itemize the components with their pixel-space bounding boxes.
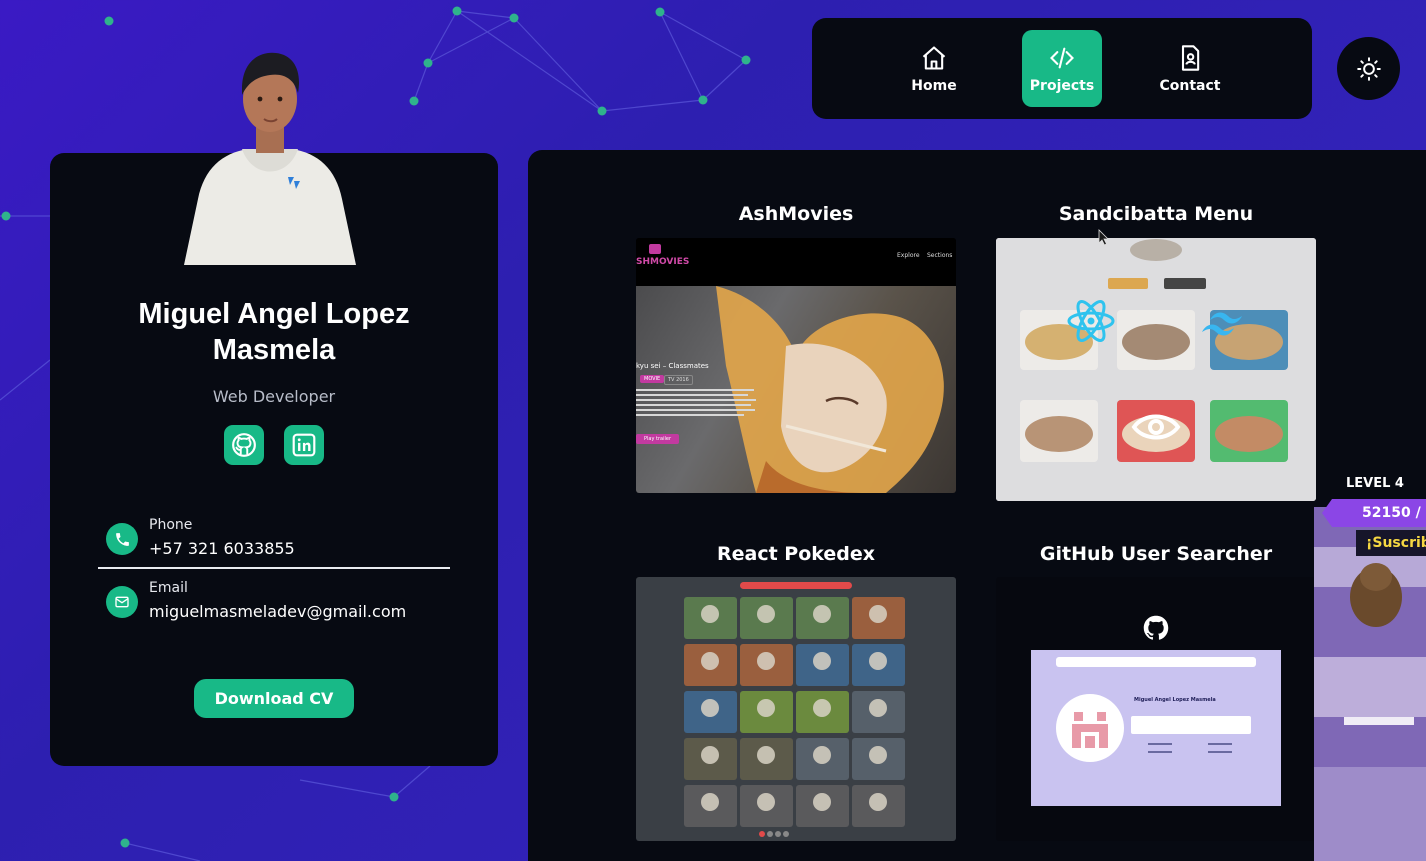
- ashmovies-hero-title: kyu sei – Classmates: [636, 362, 709, 370]
- stream-level-label: LEVEL 4: [1346, 476, 1404, 491]
- github-icon: [232, 433, 256, 457]
- sandcibatta-preview: [996, 238, 1316, 501]
- webcam-overlay: [1314, 507, 1426, 861]
- ashmovies-nav-explore: Explore: [897, 252, 920, 259]
- ashmovies-hero: kyu sei – Classmates MOVIE TV 2016 Play …: [636, 286, 956, 493]
- ashmovies-tag-movie: MOVIE: [640, 375, 665, 383]
- profile-name: Miguel Angel Lopez Masmela: [138, 298, 410, 366]
- mail-icon: [106, 586, 138, 618]
- project-title-github-searcher: GitHub User Searcher: [1039, 543, 1273, 565]
- download-cv-button[interactable]: Download CV: [194, 679, 354, 718]
- nav-projects[interactable]: Projects: [1022, 30, 1102, 107]
- project-thumb-pokedex[interactable]: [636, 577, 956, 841]
- nav-projects-label: Projects: [1029, 77, 1095, 94]
- projects-panel: AshMovies SHMOVIES Explore Sections kyu …: [528, 150, 1426, 861]
- github-searcher-username: Miguel Angel Lopez Masmela: [1134, 697, 1216, 703]
- theme-toggle-button[interactable]: [1337, 37, 1400, 100]
- stream-subscribe-banner: ¡Suscrib: [1356, 530, 1426, 556]
- profile-role: Web Developer: [212, 387, 336, 406]
- contact-card-icon: [1181, 44, 1200, 71]
- nav-home[interactable]: Home: [894, 30, 974, 107]
- contact-divider: [98, 567, 450, 569]
- github-link[interactable]: [224, 425, 264, 465]
- phone-icon: [106, 523, 138, 555]
- home-icon: [922, 45, 946, 70]
- ashmovies-logo: SHMOVIES: [636, 257, 690, 267]
- github-searcher-avatar: [1056, 694, 1124, 762]
- ashmovies-play-trailer-button[interactable]: Play trailer: [636, 434, 680, 444]
- github-searcher-stats: [1131, 716, 1251, 734]
- linkedin-link[interactable]: [284, 425, 324, 465]
- phone-label: Phone: [149, 517, 193, 533]
- stream-xp-bar: 52150 / 1: [1322, 499, 1426, 527]
- sun-icon: [1356, 56, 1381, 81]
- profile-card: Miguel Angel Lopez Masmela Web Developer…: [50, 52, 498, 766]
- project-thumb-ashmovies[interactable]: SHMOVIES Explore Sections kyu sei – Clas…: [636, 238, 956, 493]
- ashmovies-synopsis: [636, 389, 758, 419]
- project-title-sandcibatta: Sandcibatta Menu: [1058, 203, 1254, 225]
- project-title-pokedex: React Pokedex: [716, 543, 876, 565]
- github-icon: [1143, 615, 1169, 640]
- project-title-ashmovies: AshMovies: [738, 203, 854, 225]
- github-searcher-search-bar: [1056, 657, 1256, 667]
- ashmovies-header: SHMOVIES Explore Sections: [636, 238, 956, 286]
- project-thumb-github-searcher[interactable]: Miguel Angel Lopez Masmela: [996, 577, 1316, 841]
- nav-contact-label: Contact: [1159, 77, 1221, 94]
- mouse-cursor-icon: [1098, 229, 1109, 246]
- github-searcher-preview: Miguel Angel Lopez Masmela: [1031, 650, 1281, 806]
- code-icon: [1050, 47, 1074, 68]
- phone-value: +57 321 6033855: [149, 539, 295, 558]
- email-label: Email: [149, 580, 188, 596]
- linkedin-icon: [292, 433, 316, 457]
- ashmovies-tag-tv: TV 2016: [664, 375, 693, 385]
- project-thumb-sandcibatta[interactable]: [996, 238, 1316, 501]
- pokedex-preview: [684, 582, 905, 837]
- ashmovies-nav-sections: Sections: [927, 252, 953, 259]
- nav-contact[interactable]: Contact: [1150, 30, 1230, 107]
- nav-home-label: Home: [911, 77, 957, 94]
- avatar: [184, 52, 356, 265]
- email-value: miguelmasmeladev@gmail.com: [149, 602, 407, 621]
- main-nav: Home Projects Contact: [812, 18, 1312, 119]
- ashmovies-logo-icon: [649, 244, 661, 254]
